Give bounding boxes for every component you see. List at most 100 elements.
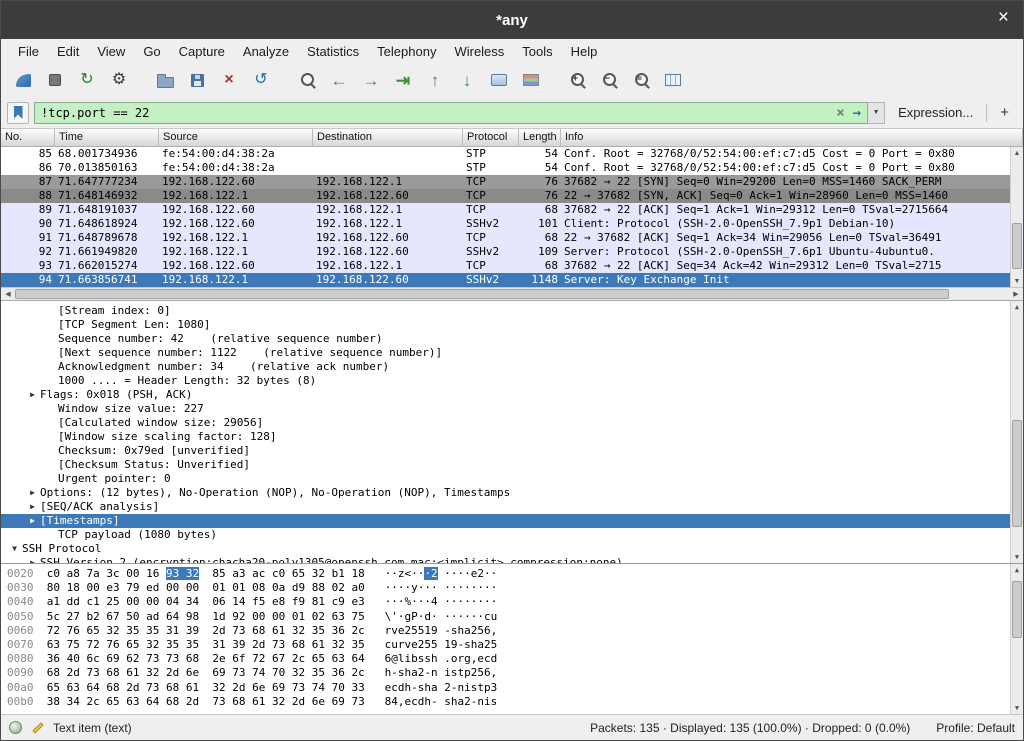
expander-icon[interactable]: ▶ — [25, 556, 40, 563]
expander-icon[interactable]: ▼ — [7, 542, 22, 556]
menu-item-tools[interactable]: Tools — [513, 41, 561, 62]
packet-row[interactable]: 8971.648191037192.168.122.60192.168.122.… — [1, 203, 1023, 217]
hscroll-track[interactable] — [15, 288, 1009, 300]
expression-button[interactable]: Expression... — [890, 105, 981, 120]
detail-line[interactable]: [Next sequence number: 1122 (relative se… — [1, 346, 1023, 360]
detail-line[interactable]: Checksum: 0x79ed [unverified] — [1, 444, 1023, 458]
packet-row[interactable]: 9471.663856741192.168.122.1192.168.122.6… — [1, 273, 1023, 287]
scroll-track[interactable] — [1011, 576, 1023, 702]
detail-line[interactable]: ▶Flags: 0x018 (PSH, ACK) — [1, 388, 1023, 402]
hex-scrollbar[interactable]: ▲ ▼ — [1010, 564, 1023, 714]
filter-apply-icon[interactable]: → — [853, 105, 861, 121]
hex-line[interactable]: 0030 80 18 00 e3 79 ed 00 00 01 01 08 0a… — [7, 581, 1023, 595]
detail-line[interactable]: ▶[Timestamps] — [1, 514, 1023, 528]
display-filter-input[interactable]: !tcp.port == 22 × → — [34, 102, 868, 124]
scroll-right-icon[interactable]: ▶ — [1009, 290, 1023, 298]
hex-line[interactable]: 00b0 38 34 2c 65 63 64 68 2d 73 68 61 32… — [7, 695, 1023, 709]
hex-line[interactable]: 0090 68 2d 73 68 61 32 2d 6e 69 73 74 70… — [7, 666, 1023, 680]
packet-row[interactable]: 9171.648789678192.168.122.1192.168.122.6… — [1, 231, 1023, 245]
detail-line[interactable]: [Checksum Status: Unverified] — [1, 458, 1023, 472]
menu-item-analyze[interactable]: Analyze — [234, 41, 298, 62]
packet-list-hscrollbar[interactable]: ◀ ▶ — [1, 287, 1023, 301]
reload-file-icon[interactable]: ↺ — [247, 66, 275, 94]
auto-scroll-icon[interactable] — [485, 66, 513, 94]
go-to-packet-icon[interactable]: ⇥ — [389, 66, 417, 94]
packet-row[interactable]: 8771.647777234192.168.122.60192.168.122.… — [1, 175, 1023, 189]
open-file-icon[interactable] — [151, 66, 179, 94]
profile-label[interactable]: Profile: Default — [936, 721, 1015, 735]
menu-item-file[interactable]: File — [9, 41, 48, 62]
zoom-out-icon[interactable]: − — [595, 66, 623, 94]
detail-line[interactable]: ▶Options: (12 bytes), No-Operation (NOP)… — [1, 486, 1023, 500]
go-first-icon[interactable]: ↑ — [421, 66, 449, 94]
detail-line[interactable]: [Stream index: 0] — [1, 304, 1023, 318]
go-forward-icon[interactable]: → — [357, 66, 385, 94]
add-filter-button[interactable]: + — [992, 104, 1017, 121]
capture-options-icon[interactable]: ⚙ — [105, 66, 133, 94]
hex-line[interactable]: 0020 c0 a8 7a 3c 00 16 93 32 85 a3 ac c0… — [7, 567, 1023, 581]
scroll-track[interactable] — [1011, 159, 1023, 275]
zoom-in-icon[interactable]: + — [563, 66, 591, 94]
expander-icon[interactable]: ▶ — [25, 514, 40, 528]
column-length[interactable]: Length — [519, 129, 561, 146]
menu-item-telephony[interactable]: Telephony — [368, 41, 445, 62]
packet-row[interactable]: 9371.662015274192.168.122.60192.168.122.… — [1, 259, 1023, 273]
save-file-icon[interactable] — [183, 66, 211, 94]
scroll-down-icon[interactable]: ▼ — [1011, 551, 1023, 563]
go-back-icon[interactable]: ← — [325, 66, 353, 94]
resize-columns-icon[interactable] — [659, 66, 687, 94]
hex-line[interactable]: 0050 5c 27 b2 67 50 ad 64 98 1d 92 00 00… — [7, 610, 1023, 624]
hex-line[interactable]: 0060 72 76 65 32 35 35 31 39 2d 73 68 61… — [7, 624, 1023, 638]
detail-line[interactable]: [Calculated window size: 29056] — [1, 416, 1023, 430]
expander-icon[interactable]: ▶ — [25, 486, 40, 500]
menu-item-edit[interactable]: Edit — [48, 41, 88, 62]
menu-item-help[interactable]: Help — [562, 41, 607, 62]
column-protocol[interactable]: Protocol — [463, 129, 519, 146]
hex-line[interactable]: 0040 a1 dd c1 25 00 00 04 34 06 14 f5 e8… — [7, 595, 1023, 609]
column-info[interactable]: Info — [561, 129, 1023, 146]
packet-row[interactable]: 8670.013850163fe:54:00:d4:38:2aSTP54Conf… — [1, 161, 1023, 175]
filter-clear-icon[interactable]: × — [836, 105, 844, 121]
menu-item-wireless[interactable]: Wireless — [445, 41, 513, 62]
packet-row[interactable]: 9271.661949820192.168.122.1192.168.122.6… — [1, 245, 1023, 259]
scroll-thumb[interactable] — [1012, 581, 1022, 638]
filter-dropdown-icon[interactable]: ▼ — [868, 102, 885, 124]
close-file-icon[interactable]: × — [215, 66, 243, 94]
scroll-track[interactable] — [1011, 313, 1023, 551]
stop-capture-icon[interactable] — [41, 66, 69, 94]
close-icon[interactable]: × — [998, 8, 1009, 27]
scroll-thumb[interactable] — [1012, 420, 1022, 527]
detail-line[interactable]: [Window size scaling factor: 128] — [1, 430, 1023, 444]
scroll-down-icon[interactable]: ▼ — [1011, 702, 1023, 714]
column-source[interactable]: Source — [159, 129, 313, 146]
packet-row[interactable]: 8568.001734936fe:54:00:d4:38:2aSTP54Conf… — [1, 147, 1023, 161]
detail-line[interactable]: TCP payload (1080 bytes) — [1, 528, 1023, 542]
colorize-icon[interactable] — [517, 66, 545, 94]
detail-line[interactable]: ▶[SEQ/ACK analysis] — [1, 500, 1023, 514]
detail-line[interactable]: [TCP Segment Len: 1080] — [1, 318, 1023, 332]
filter-bookmark-button[interactable] — [7, 102, 29, 124]
titlebar[interactable]: *any × — [1, 1, 1023, 39]
expander-icon[interactable]: ▶ — [25, 388, 40, 402]
menu-item-statistics[interactable]: Statistics — [298, 41, 368, 62]
menu-item-go[interactable]: Go — [134, 41, 169, 62]
scroll-up-icon[interactable]: ▲ — [1011, 564, 1023, 576]
restart-capture-icon[interactable]: ↻ — [73, 66, 101, 94]
start-capture-icon[interactable] — [9, 66, 37, 94]
hex-line[interactable]: 0070 63 75 72 76 65 32 35 35 31 39 2d 73… — [7, 638, 1023, 652]
zoom-reset-icon[interactable]: = — [627, 66, 655, 94]
hex-line[interactable]: 0080 36 40 6c 69 62 73 73 68 2e 6f 72 67… — [7, 652, 1023, 666]
details-scrollbar[interactable]: ▲ ▼ — [1010, 301, 1023, 563]
packet-list-scrollbar[interactable]: ▲ ▼ — [1010, 147, 1023, 287]
hscroll-thumb[interactable] — [15, 289, 949, 299]
menu-item-view[interactable]: View — [88, 41, 134, 62]
scroll-left-icon[interactable]: ◀ — [1, 290, 15, 298]
packet-row[interactable]: 9071.648618924192.168.122.60192.168.122.… — [1, 217, 1023, 231]
detail-line[interactable]: 1000 .... = Header Length: 32 bytes (8) — [1, 374, 1023, 388]
packet-row[interactable]: 8871.648146932192.168.122.1192.168.122.6… — [1, 189, 1023, 203]
detail-line[interactable]: Sequence number: 42 (relative sequence n… — [1, 332, 1023, 346]
hex-line[interactable]: 00a0 65 63 64 68 2d 73 68 61 32 2d 6e 69… — [7, 681, 1023, 695]
detail-line[interactable]: Urgent pointer: 0 — [1, 472, 1023, 486]
expander-icon[interactable]: ▶ — [25, 500, 40, 514]
capture-comment-icon[interactable] — [30, 720, 45, 735]
